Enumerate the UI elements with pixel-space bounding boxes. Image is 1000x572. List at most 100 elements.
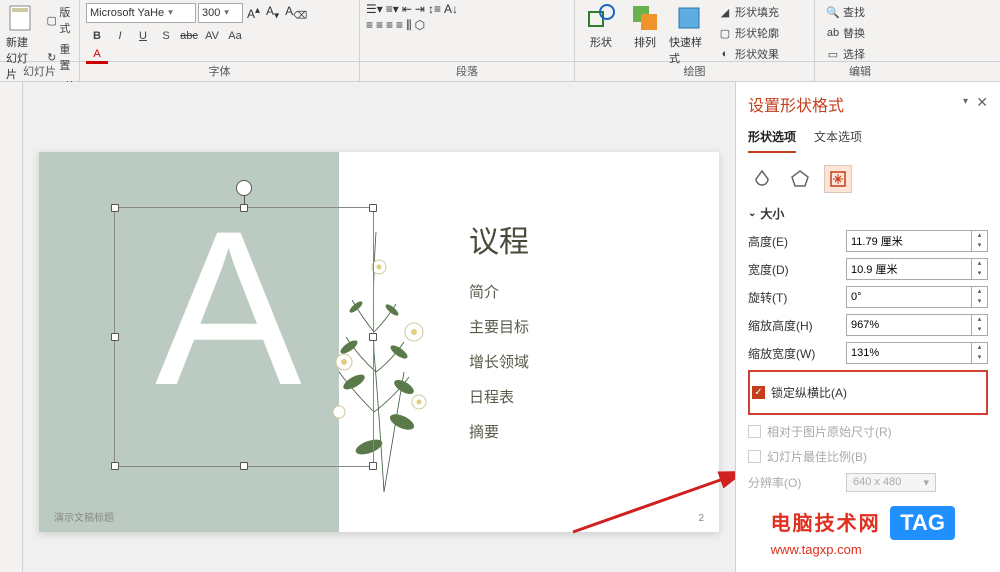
bullets-button[interactable]: ☰▾: [366, 2, 383, 16]
numbering-button[interactable]: ≡▾: [386, 2, 399, 16]
scale-h-input[interactable]: [846, 314, 972, 336]
shape-outline-button[interactable]: ▢形状轮廓: [713, 23, 783, 43]
select-button[interactable]: ▭选择: [821, 44, 869, 64]
quick-style-button[interactable]: 快速样式: [669, 2, 709, 66]
font-name-combo[interactable]: Microsoft YaHe▾: [86, 3, 196, 23]
rotation-input[interactable]: [846, 286, 972, 308]
shape-effect-button[interactable]: ◐形状效果: [713, 44, 783, 64]
spacing-button[interactable]: AV: [201, 27, 223, 45]
resize-handle[interactable]: [111, 204, 119, 212]
replace-button[interactable]: ab替换: [821, 23, 869, 43]
select-icon: ▭: [825, 46, 841, 62]
align-left-button[interactable]: ≡: [366, 18, 373, 33]
effect-icon: ◐: [717, 46, 733, 62]
resize-handle[interactable]: [240, 462, 248, 470]
spinner[interactable]: ▴▾: [972, 258, 988, 280]
watermark-text: 电脑技术网: [771, 513, 881, 535]
slide-number: 2: [698, 513, 704, 524]
justify-button[interactable]: ≡: [396, 18, 403, 33]
text-direction-button[interactable]: A↓: [444, 2, 458, 16]
scale-width-row: 缩放宽度(W) ▴▾: [748, 342, 988, 364]
panel-options-button[interactable]: ▾: [963, 96, 968, 107]
increase-font-button[interactable]: A▴: [245, 3, 262, 23]
relative-pic-label: 相对于图片原始尺寸(R): [767, 423, 892, 440]
panel-tabs: 形状选项 文本选项: [748, 128, 988, 153]
section-label-editing: 编辑: [815, 62, 905, 81]
outline-icon: ▢: [717, 25, 733, 41]
layout-button[interactable]: ▢版式: [42, 2, 79, 38]
resize-handle[interactable]: [369, 462, 377, 470]
find-icon: 🔍: [825, 4, 841, 20]
resize-handle[interactable]: [369, 333, 377, 341]
decrease-indent-button[interactable]: ⇤: [402, 2, 412, 16]
underline-button[interactable]: U: [132, 27, 154, 45]
height-row: 高度(E) ▴▾: [748, 230, 988, 252]
section-label-paragraph: 段落: [360, 62, 575, 81]
increase-indent-button[interactable]: ⇥: [415, 2, 425, 16]
rotation-label: 旋转(T): [748, 289, 838, 306]
format-shape-panel: 设置形状格式 ▾ ✕ 形状选项 文本选项 ⌄ 大小 高度(E) ▴▾ 宽度(D)…: [735, 82, 1000, 572]
section-label-slides: 幻灯片: [0, 62, 80, 81]
agenda-item: 简介: [469, 281, 529, 302]
effects-tab-icon[interactable]: [786, 165, 814, 193]
selected-textbox[interactable]: A: [114, 207, 374, 467]
spinner[interactable]: ▴▾: [972, 314, 988, 336]
agenda-item: 摘要: [469, 421, 529, 442]
smartart-button[interactable]: ⬡: [415, 18, 425, 33]
lock-ratio-row[interactable]: ✓ 锁定纵横比(A): [752, 384, 984, 401]
size-tab-icon[interactable]: [824, 165, 852, 193]
fill-tab-icon[interactable]: [748, 165, 776, 193]
bold-button[interactable]: B: [86, 27, 108, 45]
resolution-combo: 640 x 480▾: [846, 473, 936, 492]
align-center-button[interactable]: ≡: [376, 18, 383, 33]
best-scale-checkbox: [748, 450, 761, 463]
font-size-combo[interactable]: 300▾: [198, 3, 243, 23]
spinner[interactable]: ▴▾: [972, 230, 988, 252]
spinner[interactable]: ▴▾: [972, 286, 988, 308]
slide: A 议程 简介 主要目标 增长领域 日程表 摘要 演示文稿标题 2: [39, 152, 719, 532]
resize-handle[interactable]: [240, 204, 248, 212]
best-scale-label: 幻灯片最佳比例(B): [767, 448, 867, 465]
section-label-font: 字体: [80, 62, 360, 81]
width-row: 宽度(D) ▴▾: [748, 258, 988, 280]
shadow-button[interactable]: S: [155, 27, 177, 45]
scale-w-input[interactable]: [846, 342, 972, 364]
slide-canvas[interactable]: A 议程 简介 主要目标 增长领域 日程表 摘要 演示文稿标题 2: [23, 82, 735, 572]
clear-format-button[interactable]: A⌫: [283, 2, 309, 23]
agenda-item: 日程表: [469, 386, 529, 407]
arrange-button[interactable]: 排列: [625, 2, 665, 50]
relative-pic-row: 相对于图片原始尺寸(R): [748, 423, 988, 440]
resize-handle[interactable]: [369, 204, 377, 212]
height-input[interactable]: [846, 230, 972, 252]
main-area: A 议程 简介 主要目标 增长领域 日程表 摘要 演示文稿标题 2: [0, 82, 1000, 572]
new-slide-icon: [6, 2, 38, 34]
agenda-title: 议程: [469, 217, 529, 261]
tab-shape-options[interactable]: 形状选项: [748, 128, 796, 153]
chevron-down-icon: ⌄: [748, 208, 756, 219]
replace-icon: ab: [825, 25, 841, 41]
resize-handle[interactable]: [111, 333, 119, 341]
decrease-font-button[interactable]: A▾: [264, 2, 281, 23]
line-spacing-button[interactable]: ↕≡: [428, 2, 441, 16]
columns-button[interactable]: ⫼: [406, 18, 412, 33]
tab-text-options[interactable]: 文本选项: [814, 128, 862, 153]
find-button[interactable]: 🔍查找: [821, 2, 869, 22]
strike-button[interactable]: abc: [178, 27, 200, 45]
align-right-button[interactable]: ≡: [386, 18, 393, 33]
case-button[interactable]: Aa: [224, 27, 246, 45]
width-input[interactable]: [846, 258, 972, 280]
shape-fill-button[interactable]: ◢形状填充: [713, 2, 783, 22]
letter-a: A: [155, 198, 302, 418]
watermark: 电脑技术网 TAG www.tagxp.com: [771, 506, 955, 557]
shapes-button[interactable]: 形状: [581, 2, 621, 50]
spinner[interactable]: ▴▾: [972, 342, 988, 364]
relative-pic-checkbox: [748, 425, 761, 438]
rotate-handle[interactable]: [236, 180, 252, 196]
slide-footer: 演示文稿标题: [54, 509, 114, 524]
lock-ratio-checkbox[interactable]: ✓: [752, 386, 765, 399]
thumbnail-pane[interactable]: [0, 82, 23, 572]
panel-close-button[interactable]: ✕: [976, 94, 988, 111]
resize-handle[interactable]: [111, 462, 119, 470]
size-section-header[interactable]: ⌄ 大小: [748, 205, 988, 222]
italic-button[interactable]: I: [109, 27, 131, 45]
